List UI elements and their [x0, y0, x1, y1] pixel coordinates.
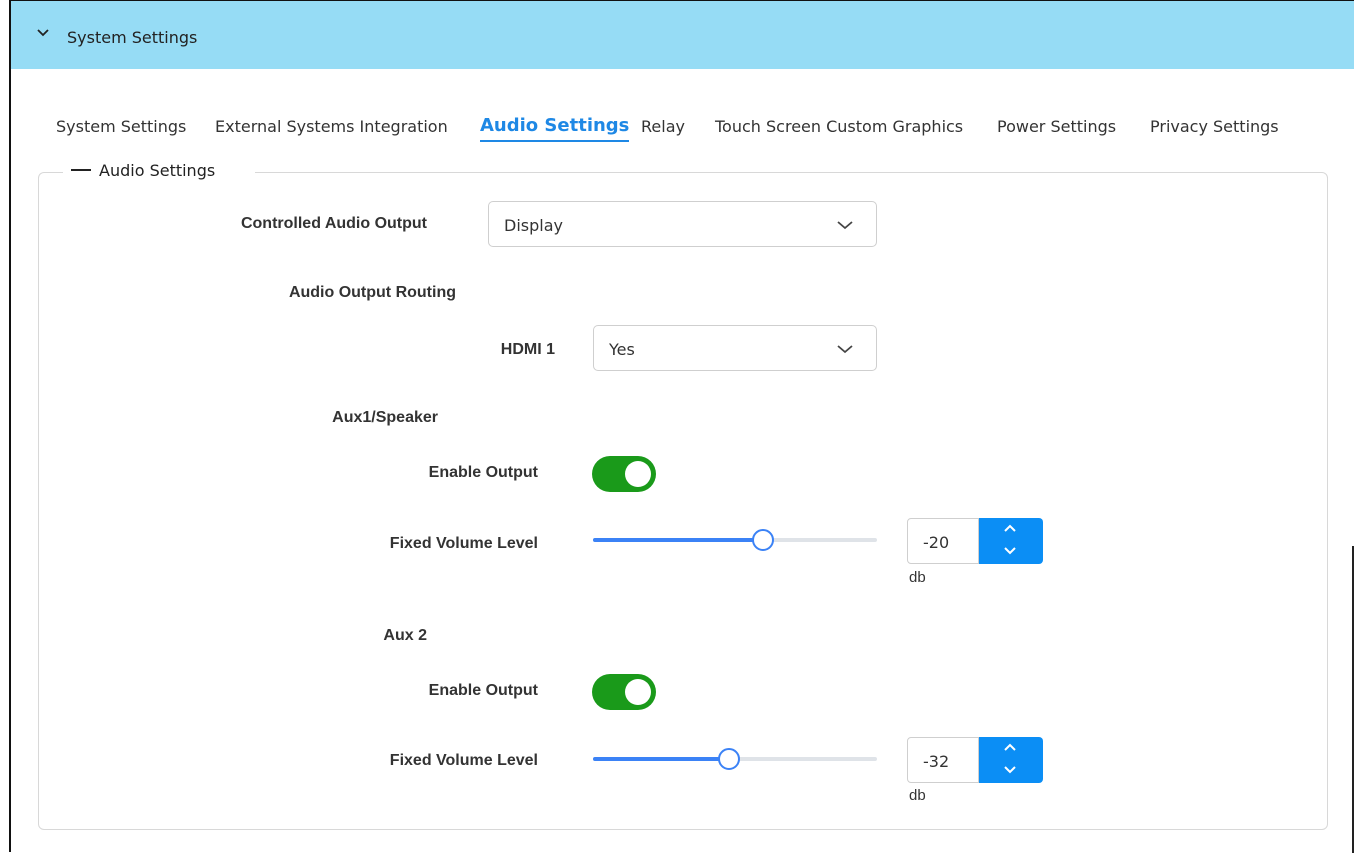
collapse-dash-icon[interactable] — [71, 168, 91, 171]
section-header[interactable]: System Settings — [11, 1, 1354, 69]
aux2-title: Aux 2 — [383, 627, 427, 644]
aux1-volume-unit: db — [909, 569, 926, 586]
aux1-enable-output-label: Enable Output — [428, 464, 538, 481]
tab-touch-screen-custom-graphics[interactable]: Touch Screen Custom Graphics — [715, 117, 963, 136]
chevron-down-icon[interactable] — [35, 25, 51, 41]
aux1-volume-slider[interactable] — [593, 529, 877, 551]
chevron-down-icon[interactable] — [1003, 764, 1017, 774]
controlled-audio-output-select[interactable]: Display — [488, 201, 877, 247]
toggle-knob — [625, 679, 651, 705]
audio-settings-panel — [38, 172, 1328, 830]
aux2-volume-unit: db — [909, 787, 926, 804]
aux1-volume-input-box — [907, 518, 985, 565]
slider-thumb[interactable] — [718, 748, 741, 770]
aux2-volume-spinner[interactable] — [979, 737, 1043, 783]
window-frame: System Settings System Settings External… — [9, 0, 1354, 853]
chevron-down-icon[interactable] — [1003, 545, 1017, 555]
slider-fill — [593, 538, 764, 542]
aux2-volume-input[interactable] — [908, 738, 985, 784]
section-legend[interactable]: Audio Settings — [63, 161, 256, 180]
aux1-volume-label: Fixed Volume Level — [389, 535, 538, 552]
chevron-up-icon[interactable] — [1003, 524, 1017, 534]
tab-relay[interactable]: Relay — [641, 117, 685, 136]
aux1-volume-input[interactable] — [908, 519, 985, 565]
slider-thumb[interactable] — [752, 529, 775, 551]
tab-system-settings[interactable]: System Settings — [56, 117, 186, 136]
header-title: System Settings — [67, 28, 198, 47]
aux2-volume-slider[interactable] — [593, 748, 877, 770]
controlled-audio-output-label: Controlled Audio Output — [240, 215, 427, 232]
hdmi1-select[interactable]: Yes — [593, 325, 877, 371]
aux2-enable-toggle[interactable] — [592, 674, 656, 710]
audio-output-routing-label: Audio Output Routing — [288, 284, 456, 301]
tab-audio-settings[interactable]: Audio Settings — [480, 115, 630, 142]
aux1-volume-spinner[interactable] — [979, 518, 1043, 564]
aux2-enable-output-label: Enable Output — [428, 682, 538, 699]
chevron-up-icon[interactable] — [1003, 743, 1017, 753]
aux2-volume-label: Fixed Volume Level — [389, 752, 538, 769]
aux1-enable-toggle[interactable] — [592, 456, 656, 492]
aux1-title: Aux1/Speaker — [332, 409, 438, 426]
toggle-knob — [625, 461, 651, 487]
aux2-volume-input-box — [907, 737, 985, 784]
hdmi1-label: HDMI 1 — [500, 341, 555, 358]
tab-power-settings[interactable]: Power Settings — [997, 117, 1116, 136]
chevron-down-icon — [837, 345, 853, 354]
tab-external-systems-integration[interactable]: External Systems Integration — [215, 117, 448, 136]
chevron-down-icon — [837, 221, 853, 230]
tab-privacy-settings[interactable]: Privacy Settings — [1150, 117, 1279, 136]
slider-fill — [593, 757, 730, 761]
